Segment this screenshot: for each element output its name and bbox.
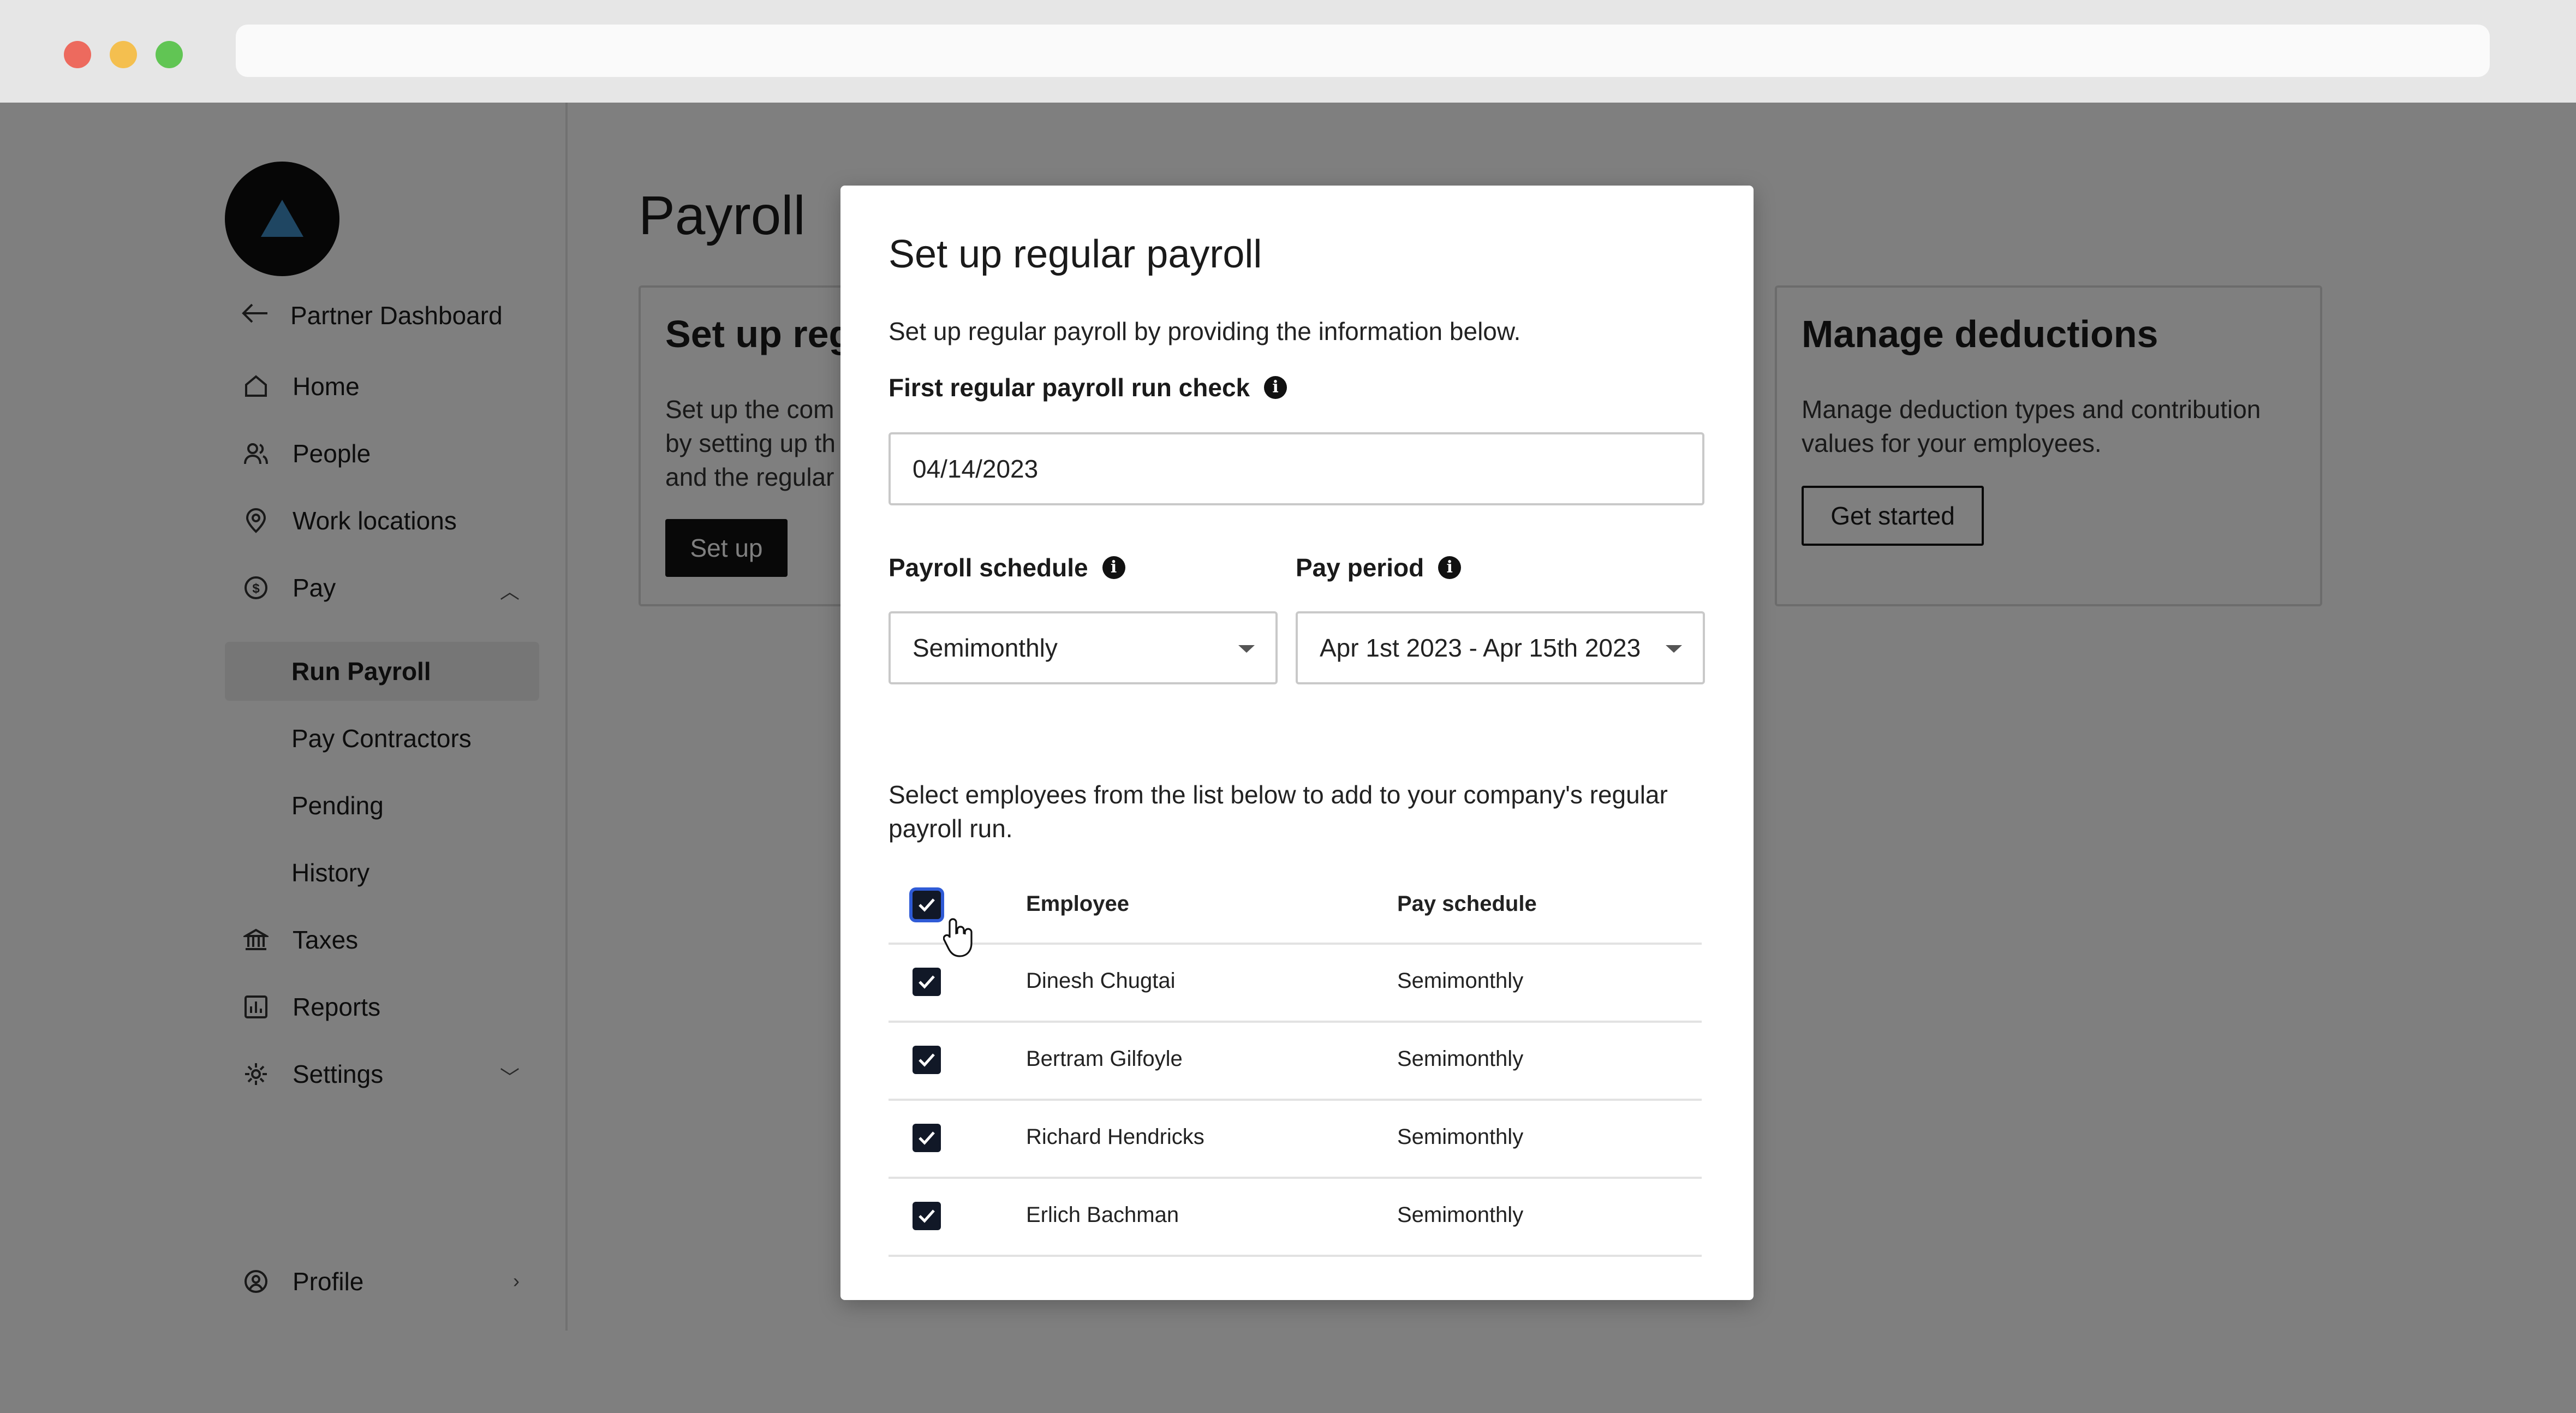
payroll-schedule-label: Payroll schedule i xyxy=(889,553,1125,582)
table-row: Erlich Bachman Semimonthly xyxy=(889,1179,1702,1257)
row-checkbox[interactable] xyxy=(913,1124,941,1152)
payroll-schedule-label-text: Payroll schedule xyxy=(889,553,1088,582)
first-check-label-text: First regular payroll run check xyxy=(889,373,1250,402)
column-header-employee: Employee xyxy=(1026,892,1129,916)
close-window-button[interactable] xyxy=(64,41,91,68)
employee-pay-schedule: Semimonthly xyxy=(1397,969,1524,993)
payroll-schedule-value: Semimonthly xyxy=(913,634,1058,662)
table-header-row: Employee Pay schedule xyxy=(889,868,1702,945)
employee-name: Dinesh Chugtai xyxy=(1026,969,1176,993)
payroll-schedule-select[interactable]: Semimonthly xyxy=(889,611,1278,684)
column-header-pay-schedule: Pay schedule xyxy=(1397,892,1537,916)
first-check-date-value: 04/14/2023 xyxy=(913,455,1039,483)
minimize-window-button[interactable] xyxy=(110,41,137,68)
maximize-window-button[interactable] xyxy=(156,41,183,68)
modal-title: Set up regular payroll xyxy=(889,232,1262,276)
employee-name: Erlich Bachman xyxy=(1026,1203,1179,1227)
employee-name: Bertram Gilfoyle xyxy=(1026,1047,1183,1071)
row-checkbox[interactable] xyxy=(913,1202,941,1230)
employee-select-helper: Select employees from the list below to … xyxy=(889,780,1668,843)
first-check-label: First regular payroll run check i xyxy=(889,373,1287,402)
pay-period-label: Pay period i xyxy=(1296,553,1462,582)
browser-chrome xyxy=(0,0,2576,103)
employee-name: Richard Hendricks xyxy=(1026,1125,1204,1149)
pay-period-select[interactable]: Apr 1st 2023 - Apr 15th 2023 xyxy=(1296,611,1705,684)
info-icon[interactable]: i xyxy=(1264,376,1287,399)
row-checkbox[interactable] xyxy=(913,1046,941,1074)
pay-period-value: Apr 1st 2023 - Apr 15th 2023 xyxy=(1320,634,1641,662)
select-all-checkbox[interactable] xyxy=(913,891,941,919)
row-checkbox[interactable] xyxy=(913,968,941,996)
employee-pay-schedule: Semimonthly xyxy=(1397,1047,1524,1071)
employee-pay-schedule: Semimonthly xyxy=(1397,1125,1524,1149)
info-icon[interactable]: i xyxy=(1102,556,1125,579)
table-row: Bertram Gilfoyle Semimonthly xyxy=(889,1023,1702,1101)
first-check-date-input[interactable]: 04/14/2023 xyxy=(889,432,1704,505)
setup-payroll-modal: Set up regular payroll Set up regular pa… xyxy=(840,186,1754,1300)
info-icon[interactable]: i xyxy=(1438,556,1462,579)
hand-pointer-cursor-icon xyxy=(943,918,973,957)
employee-table: Employee Pay schedule Dinesh Chugtai Sem… xyxy=(889,868,1702,1257)
address-bar[interactable] xyxy=(236,25,2490,77)
employee-pay-schedule: Semimonthly xyxy=(1397,1203,1524,1227)
table-row: Richard Hendricks Semimonthly xyxy=(889,1101,1702,1179)
pay-period-label-text: Pay period xyxy=(1296,553,1424,582)
caret-down-icon xyxy=(1238,645,1255,653)
caret-down-icon xyxy=(1666,645,1682,653)
table-row: Dinesh Chugtai Semimonthly xyxy=(889,945,1702,1023)
modal-description: Set up regular payroll by providing the … xyxy=(889,317,1521,345)
